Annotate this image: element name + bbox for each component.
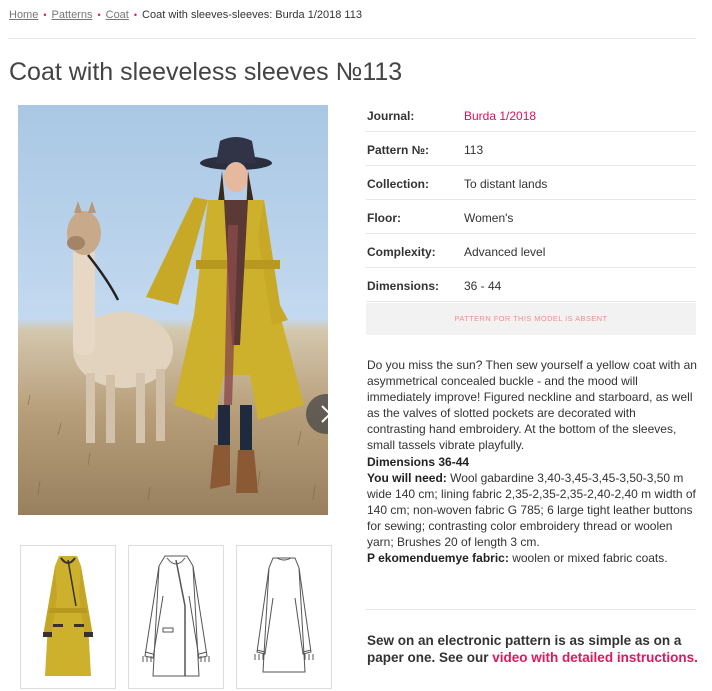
spec-row-dimensions: Dimensions: 36 - 44 xyxy=(366,268,696,302)
spec-label: Pattern №: xyxy=(367,143,430,157)
page-title: Coat with sleeveless sleeves №113 xyxy=(9,58,403,86)
spec-row-collection: Collection: To distant lands xyxy=(366,166,696,200)
video-instructions-link[interactable]: video with detailed instructions. xyxy=(492,650,698,665)
breadcrumb-separator: • xyxy=(97,10,101,20)
spec-label: Journal: xyxy=(367,109,415,123)
electronic-pattern-cta: Sew on an electronic pattern is as simpl… xyxy=(367,632,702,666)
spec-label: Dimensions: xyxy=(367,279,440,293)
pattern-description: Do you miss the sun? Then sew yourself a… xyxy=(367,357,697,566)
breadcrumb-separator: • xyxy=(133,10,138,20)
spec-row-journal: Journal: Burda 1/2018 xyxy=(366,98,696,132)
spec-row-floor: Floor: Women's xyxy=(366,200,696,234)
description-intro: Do you miss the sun? Then sew yourself a… xyxy=(367,358,697,453)
spec-row-pattern-number: Pattern №: 113 xyxy=(366,132,696,166)
journal-link[interactable]: Burda 1/2018 xyxy=(464,109,536,123)
fabric-label: P ekomenduemye fabric: xyxy=(367,551,509,566)
breadcrumb: Home • Patterns • Coat • Coat with sleeves-sle… xyxy=(9,9,362,21)
main-product-photo[interactable] xyxy=(18,105,328,515)
spec-value: Women's xyxy=(464,211,514,225)
chevron-right-icon xyxy=(321,405,328,423)
pattern-specs-table: Journal: Burda 1/2018 Pattern №: 113 Col… xyxy=(366,98,696,302)
fabric-text: woolen or mixed fabric coats. xyxy=(512,551,668,566)
front-photo-thumbnail xyxy=(43,556,93,676)
breadcrumb-home-link[interactable]: Home xyxy=(9,9,38,21)
spec-value: 113 xyxy=(464,143,484,157)
pattern-absent-text: PATTERN FOR THIS MODEL IS ABSENT xyxy=(454,314,608,323)
description-divider xyxy=(366,609,696,610)
breadcrumb-patterns-link[interactable]: Patterns xyxy=(52,9,93,21)
thumbnail-front-drawing[interactable] xyxy=(128,545,224,689)
spec-label: Floor: xyxy=(367,211,401,225)
spec-value: 36 - 44 xyxy=(464,279,502,293)
thumbnail-back-drawing[interactable] xyxy=(236,545,332,689)
breadcrumb-separator: • xyxy=(43,10,47,20)
model-in-yellow-coat-with-alpaca-photo xyxy=(27,137,316,501)
spec-label: Collection: xyxy=(367,177,429,191)
breadcrumb-coat-link[interactable]: Coat xyxy=(106,9,129,21)
breadcrumb-current: Coat with sleeves-sleeves: Burda 1/2018 … xyxy=(142,9,362,21)
materials-label: You will need: xyxy=(367,470,447,485)
header-divider xyxy=(8,38,696,39)
spec-value: To distant lands xyxy=(464,177,548,191)
front-technical-drawing-thumbnail xyxy=(142,555,210,677)
dimensions-heading: Dimensions 36-44 xyxy=(367,454,470,469)
thumbnail-front-photo[interactable] xyxy=(20,545,116,689)
spec-value: Advanced level xyxy=(464,245,546,259)
spec-row-complexity: Complexity: Advanced level xyxy=(366,234,696,268)
spec-label: Complexity: xyxy=(367,245,436,259)
pattern-absent-notice: PATTERN FOR THIS MODEL IS ABSENT xyxy=(366,303,696,335)
back-technical-drawing-thumbnail xyxy=(254,557,314,673)
